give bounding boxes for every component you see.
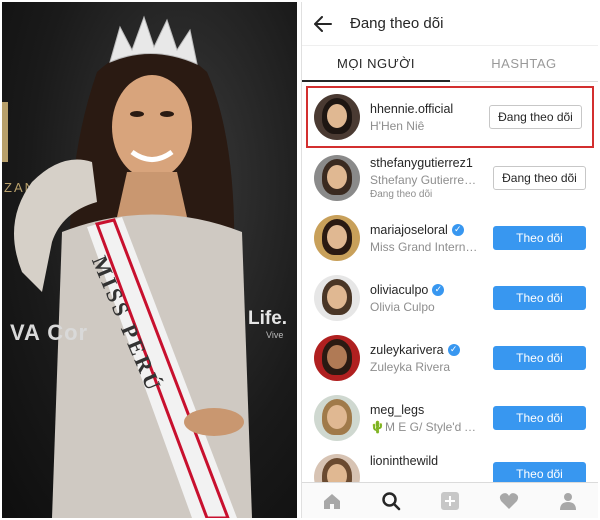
follow-button[interactable]: Theo dõi [493, 286, 586, 310]
full-name: Sthefany Gutierrez... [370, 173, 480, 187]
full-name: Zuleyka Rivera [370, 359, 451, 374]
username[interactable]: lioninthewild [370, 454, 438, 468]
verified-badge-icon: ✓ [432, 283, 445, 296]
add-icon[interactable] [438, 489, 462, 513]
search-icon[interactable] [379, 489, 403, 513]
sponsor-right-small: Vive [266, 330, 284, 340]
following-button[interactable]: Đang theo dõi [493, 166, 586, 190]
page-title: Đang theo dõi [350, 15, 444, 32]
back-arrow-icon[interactable] [312, 13, 334, 35]
list-item[interactable]: hhennie.official H'Hen Niê Đang theo dõi [306, 86, 594, 148]
avatar[interactable] [314, 215, 360, 261]
tab-people[interactable]: MỌI NGƯỜI [302, 46, 450, 82]
avatar[interactable] [314, 335, 360, 381]
list-item[interactable]: meg_legs 🌵M E G/ Style'd Av... Theo dõi [302, 388, 598, 448]
username[interactable]: zuleykarivera [370, 343, 444, 357]
verified-badge-icon: ✓ [447, 343, 460, 356]
list-item[interactable]: mariajoseloral ✓ Miss Grand Internati... … [302, 208, 598, 268]
full-name: Olivia Culpo [370, 299, 435, 314]
heart-icon[interactable] [497, 489, 521, 513]
backdrop-sponsor-logo: VA Cor [10, 320, 89, 345]
bottom-nav [302, 482, 598, 518]
avatar[interactable] [314, 395, 360, 441]
follow-button[interactable]: Theo dõi [493, 406, 586, 430]
list-item[interactable]: sthefanygutierrez1 Sthefany Gutierrez...… [302, 148, 598, 208]
following-button[interactable]: Đang theo dõi [489, 105, 582, 129]
follow-button[interactable]: Theo dõi [493, 346, 586, 370]
full-name: 🌵M E G/ Style'd Av... [370, 419, 480, 434]
backdrop-sponsor-logo-right: Life. Vive [248, 308, 287, 340]
list-item[interactable]: zuleykarivera ✓ Zuleyka Rivera Theo dõi [302, 328, 598, 388]
home-icon[interactable] [320, 489, 344, 513]
follow-button[interactable]: Theo dõi [493, 226, 586, 250]
tab-hashtag[interactable]: HASHTAG [450, 46, 598, 81]
avatar[interactable] [314, 275, 360, 321]
verified-badge-icon: ✓ [451, 223, 464, 236]
profile-icon[interactable] [556, 489, 580, 513]
username[interactable]: meg_legs [370, 403, 424, 417]
username[interactable]: hhennie.official [370, 102, 453, 116]
username[interactable]: oliviaculpo [370, 283, 428, 297]
top-bar: Đang theo dõi [302, 2, 598, 46]
username[interactable]: mariajoseloral [370, 223, 448, 237]
following-list: hhennie.official H'Hen Niê Đang theo dõi… [302, 86, 598, 500]
list-item[interactable]: oliviaculpo ✓ Olivia Culpo Theo dõi [302, 268, 598, 328]
full-name: H'Hen Niê [370, 118, 425, 133]
full-name: Miss Grand Internati... [370, 239, 480, 254]
tab-bar: MỌI NGƯỜI HASHTAG [302, 46, 598, 82]
avatar[interactable] [314, 155, 360, 201]
follow-status-note: Đang theo dõi [370, 189, 433, 200]
avatar[interactable] [314, 94, 360, 140]
username[interactable]: sthefanygutierrez1 [370, 156, 473, 170]
sponsor-right-text: Life. [248, 308, 288, 329]
pageant-photo-illustration [14, 15, 252, 518]
following-screen: Đang theo dõi MỌI NGƯỜI HASHTAG hhennie.… [301, 2, 598, 518]
pageant-photo: ZANO MISS PERÚ VA Cor Life. Vive [2, 2, 297, 518]
